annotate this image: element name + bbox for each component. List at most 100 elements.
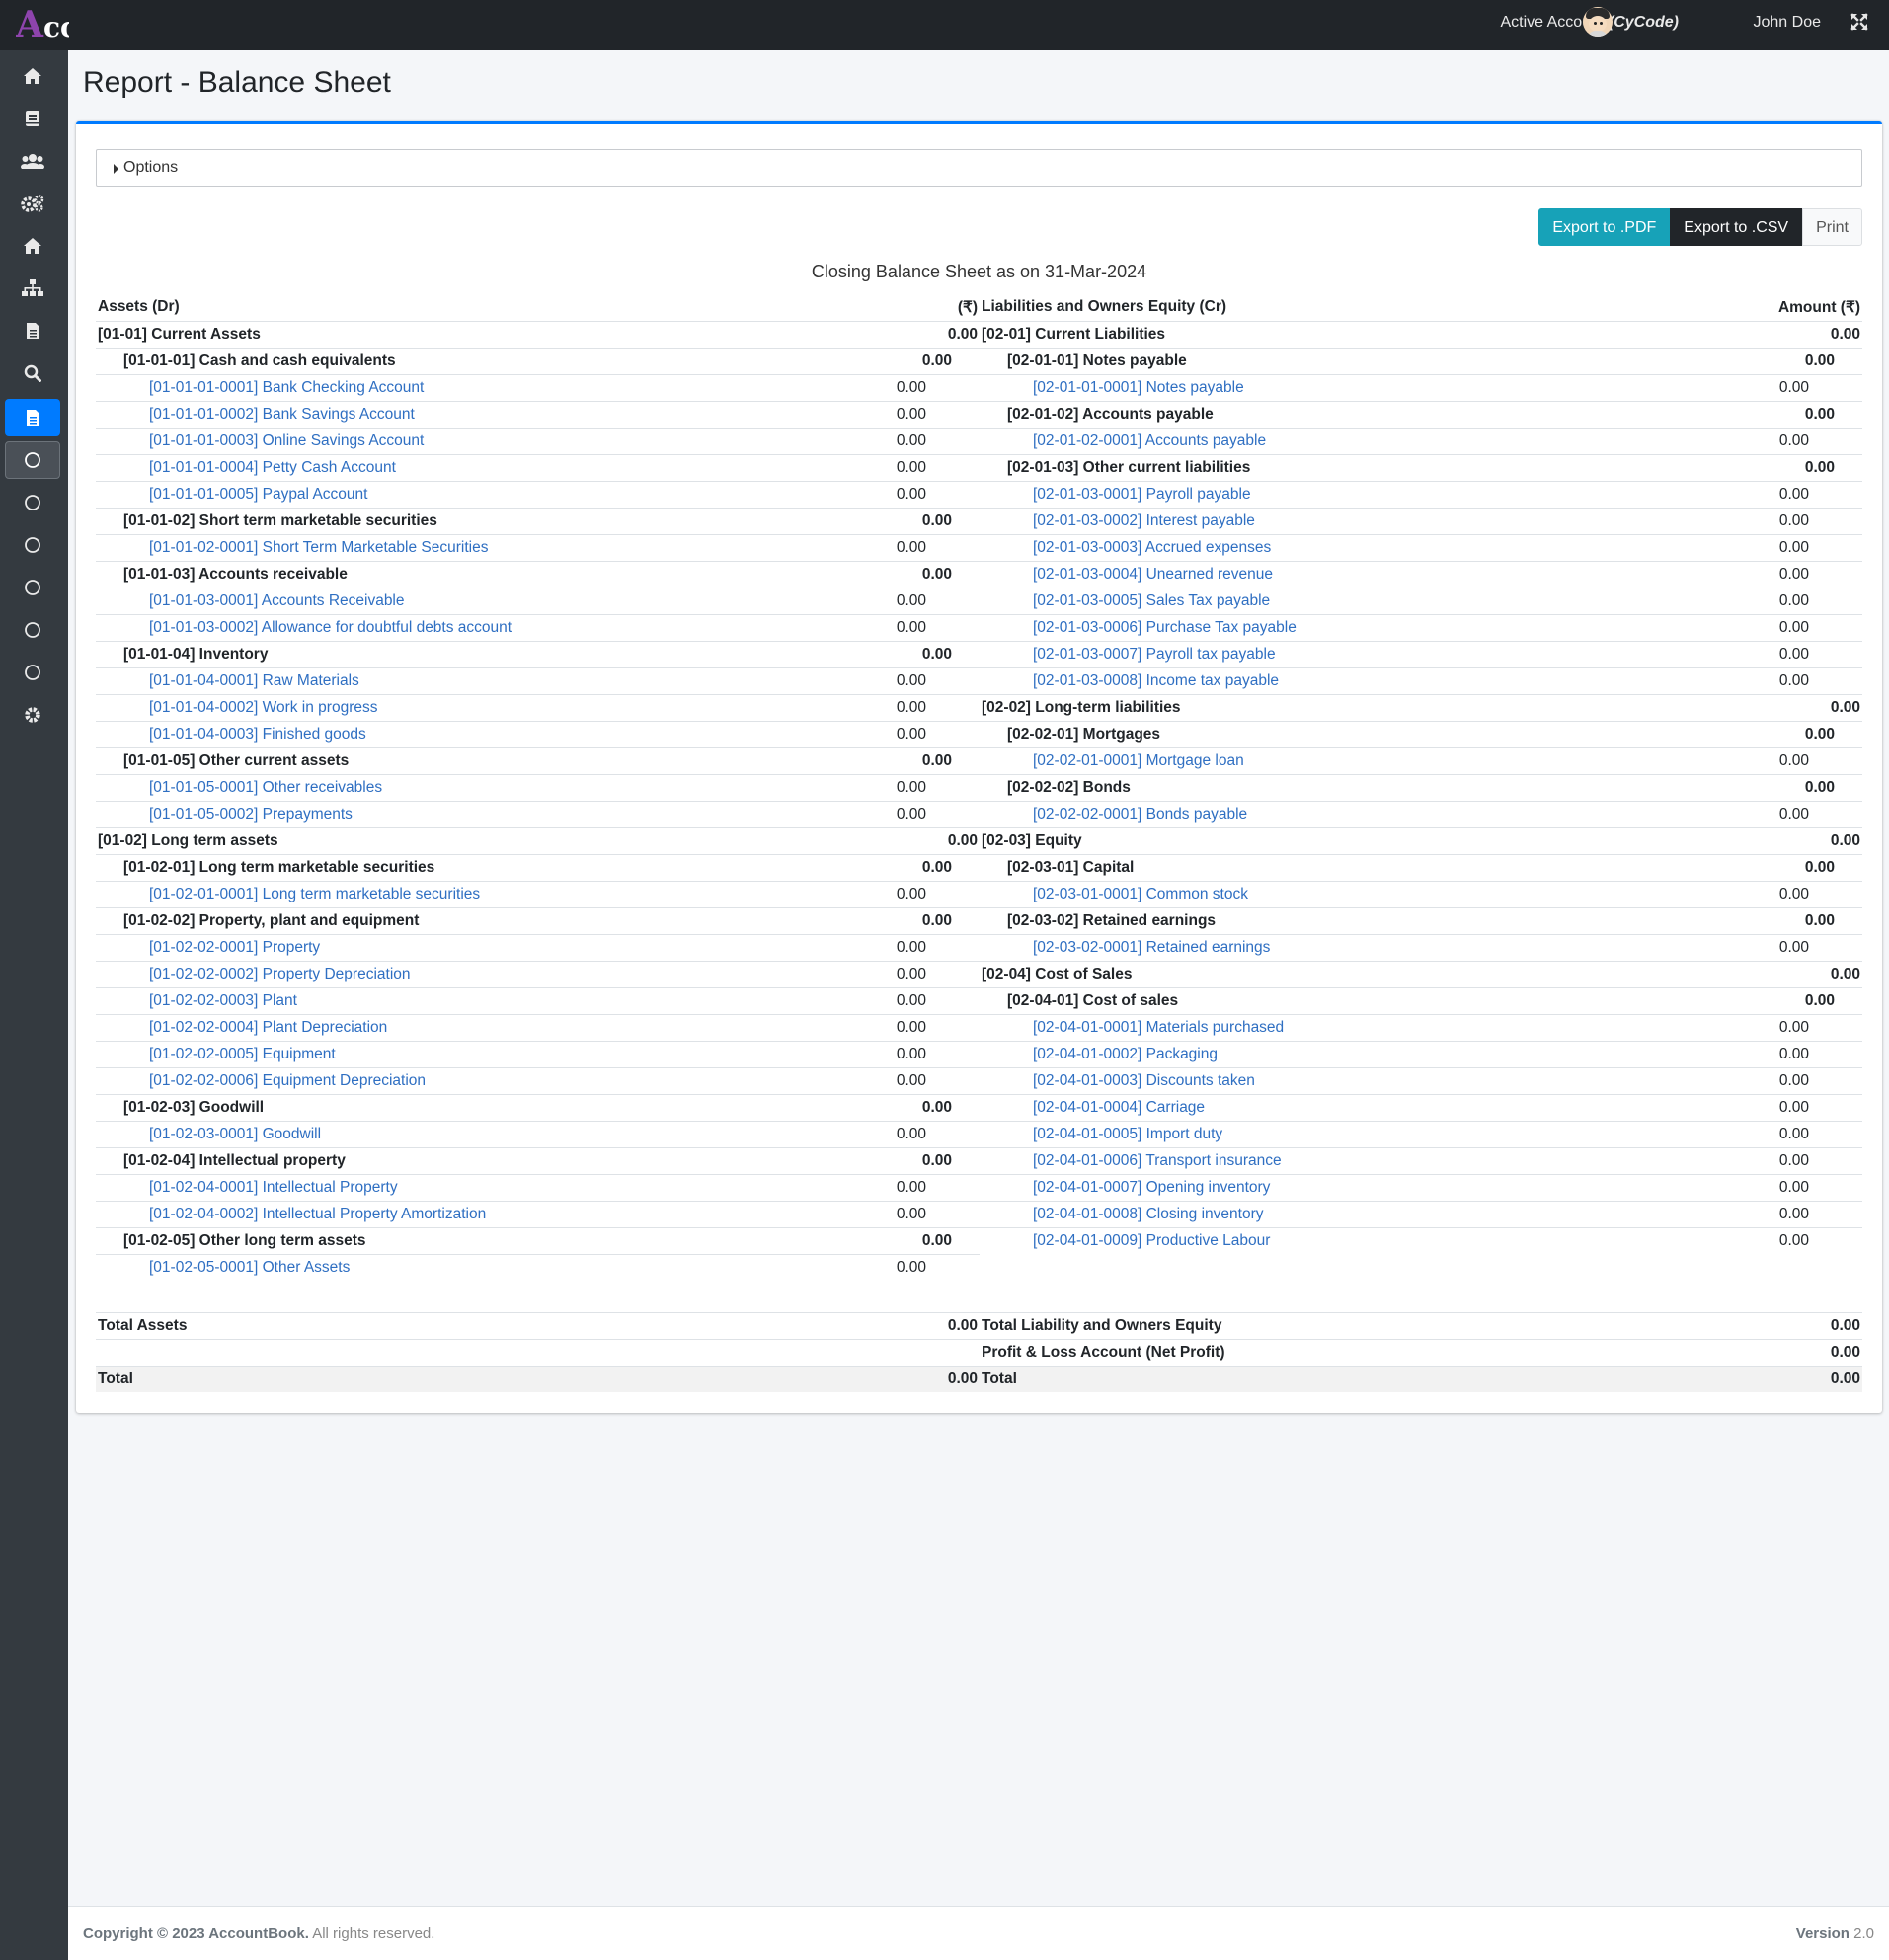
right-amount: 0.00	[1765, 986, 1862, 1014]
account-link[interactable]: [01-01-01-0001] Bank Checking Account	[96, 373, 866, 401]
left-amount: 0.00	[866, 1253, 980, 1281]
account-link[interactable]: [02-04-01-0003] Discounts taken	[980, 1066, 1765, 1094]
account-link[interactable]: [02-04-01-0008] Closing inventory	[980, 1200, 1765, 1227]
app-logo[interactable]: Acc	[16, 4, 69, 45]
right-amount: 0.00	[1765, 1146, 1862, 1174]
account-link[interactable]: [01-02-02-0005] Equipment	[96, 1040, 866, 1067]
account-link[interactable]: [01-02-03-0001] Goodwill	[96, 1120, 866, 1147]
subgroup-heading: [01-02-03] Goodwill	[96, 1093, 866, 1121]
account-link[interactable]: [02-04-01-0009] Productive Labour	[980, 1226, 1765, 1254]
sidebar-item-sub-6[interactable]	[5, 654, 60, 691]
account-link[interactable]: [02-01-03-0008] Income tax payable	[980, 666, 1765, 694]
sidebar-item-structure[interactable]	[5, 270, 60, 307]
account-link[interactable]: [02-04-01-0006] Transport insurance	[980, 1146, 1765, 1174]
sidebar-item-accounts[interactable]	[5, 100, 60, 137]
account-link[interactable]: [01-02-01-0001] Long term marketable sec…	[96, 880, 866, 907]
account-link[interactable]: [02-01-03-0006] Purchase Tax payable	[980, 613, 1765, 641]
gears-icon	[21, 195, 44, 212]
table-row: [01-02-02-0004] Plant Depreciation 0.00 [0…	[96, 1013, 1862, 1041]
account-link[interactable]: [01-01-03-0001] Accounts Receivable	[96, 587, 866, 614]
group-heading: [02-03] Equity	[980, 826, 1765, 854]
account-link[interactable]: [01-01-02-0001] Short Term Marketable Se…	[96, 533, 866, 561]
subgroup-heading: [01-02-02] Property, plant and equipment	[96, 906, 866, 934]
account-link[interactable]: [02-01-03-0004] Unearned revenue	[980, 560, 1765, 588]
table-row: [01-01-02-0001] Short Term Marketable Se…	[96, 533, 1862, 561]
sidebar-item-documents[interactable]	[5, 312, 60, 350]
sidebar-item-sub-3[interactable]	[5, 526, 60, 564]
version-label: Version	[1795, 1925, 1850, 1942]
options-toggle[interactable]: Options	[96, 149, 1862, 187]
total-left-label: Total Assets	[96, 1311, 866, 1339]
sidebar-item-search[interactable]	[5, 354, 60, 392]
group-heading: [01-01] Current Assets	[96, 320, 866, 348]
sidebar-item-home[interactable]	[5, 57, 60, 95]
right-amount: 0.00	[1765, 427, 1862, 454]
account-link[interactable]: [02-04-01-0004] Carriage	[980, 1093, 1765, 1121]
left-amount: 0.00	[866, 986, 980, 1014]
sidebar-item-balance-sheet[interactable]	[5, 441, 60, 479]
account-link[interactable]: [01-02-02-0003] Plant	[96, 986, 866, 1014]
account-link[interactable]: [02-01-03-0003] Accrued expenses	[980, 533, 1765, 561]
account-link[interactable]: [01-01-05-0001] Other receivables	[96, 773, 866, 801]
sidebar-item-sub-5[interactable]	[5, 611, 60, 649]
account-link[interactable]: [01-01-03-0002] Allowance for doubtful d…	[96, 613, 866, 641]
account-link[interactable]: [01-02-02-0006] Equipment Depreciation	[96, 1066, 866, 1094]
left-amount: 0.00	[866, 1146, 980, 1174]
user-name[interactable]: John Doe	[1754, 0, 1822, 44]
account-link[interactable]: [01-01-01-0004] Petty Cash Account	[96, 453, 866, 481]
fullscreen-expand-icon[interactable]	[1850, 12, 1869, 32]
subgroup-heading: [01-02-04] Intellectual property	[96, 1146, 866, 1174]
account-link[interactable]: [02-01-02-0001] Accounts payable	[980, 427, 1765, 454]
sidebar-item-users[interactable]	[5, 142, 60, 180]
account-link[interactable]: [01-02-04-0002] Intellectual Property Am…	[96, 1200, 866, 1227]
account-link[interactable]: [02-01-03-0001] Payroll payable	[980, 480, 1765, 508]
account-link[interactable]: [01-02-02-0004] Plant Depreciation	[96, 1013, 866, 1041]
group-heading: [02-02] Long-term liabilities	[980, 693, 1765, 721]
account-link[interactable]: [01-01-01-0002] Bank Savings Account	[96, 400, 866, 428]
sidebar-item-reports[interactable]	[5, 399, 60, 436]
account-link[interactable]: [02-04-01-0001] Materials purchased	[980, 1013, 1765, 1041]
export-csv-button[interactable]: Export to .CSV	[1670, 208, 1803, 246]
sidebar-item-sub-2[interactable]	[5, 484, 60, 521]
account-link[interactable]: [02-01-03-0005] Sales Tax payable	[980, 587, 1765, 614]
liabilities-amount-header: Amount (₹)	[1777, 298, 1860, 316]
copyright: Copyright © 2023 AccountBook. All rights…	[83, 1907, 434, 1960]
circle-icon	[24, 451, 41, 469]
circle-icon	[24, 621, 41, 639]
account-link[interactable]: [02-01-03-0007] Payroll tax payable	[980, 640, 1765, 667]
avatar[interactable]	[1583, 7, 1613, 37]
account-link[interactable]: [02-03-01-0001] Common stock	[980, 880, 1765, 907]
account-link[interactable]: [01-01-04-0002] Work in progress	[96, 693, 866, 721]
total-right-amount: 0.00	[1765, 1365, 1862, 1392]
account-link[interactable]: [01-01-05-0002] Prepayments	[96, 800, 866, 827]
left-amount: 0.00	[866, 1040, 980, 1067]
right-amount: 0.00	[1765, 1120, 1862, 1147]
totals-row: Total Assets 0.00 Total Liability and Owne…	[96, 1311, 1862, 1339]
left-amount: 0.00	[866, 960, 980, 987]
account-link[interactable]: [02-01-01-0001] Notes payable	[980, 373, 1765, 401]
account-link[interactable]: [01-01-04-0001] Raw Materials	[96, 666, 866, 694]
sidebar-item-preferences[interactable]	[5, 696, 60, 734]
left-amount: 0.00	[866, 347, 980, 374]
account-link[interactable]: [02-04-01-0005] Import duty	[980, 1120, 1765, 1147]
account-link[interactable]: [01-01-01-0003] Online Savings Account	[96, 427, 866, 454]
sidebar-item-home-2[interactable]	[5, 227, 60, 265]
account-link[interactable]: [01-02-04-0001] Intellectual Property	[96, 1173, 866, 1201]
sidebar-item-sub-4[interactable]	[5, 569, 60, 606]
account-link[interactable]: [01-01-01-0005] Paypal Account	[96, 480, 866, 508]
export-pdf-button[interactable]: Export to .PDF	[1538, 208, 1671, 246]
account-link[interactable]: [02-04-01-0007] Opening inventory	[980, 1173, 1765, 1201]
account-link[interactable]: [02-02-02-0001] Bonds payable	[980, 800, 1765, 827]
account-link[interactable]: [02-04-01-0002] Packaging	[980, 1040, 1765, 1067]
liabilities-header: Liabilities and Owners Equity (Cr)	[982, 298, 1227, 316]
left-amount: 0.00	[866, 1120, 980, 1147]
account-link[interactable]: [01-02-05-0001] Other Assets	[96, 1253, 866, 1281]
sidebar-item-settings[interactable]	[5, 185, 60, 222]
account-link[interactable]: [01-02-02-0002] Property Depreciation	[96, 960, 866, 987]
account-link[interactable]: [01-02-02-0001] Property	[96, 933, 866, 961]
account-link[interactable]: [01-01-04-0003] Finished goods	[96, 720, 866, 747]
account-link[interactable]: [02-01-03-0002] Interest payable	[980, 507, 1765, 534]
print-button[interactable]: Print	[1802, 208, 1862, 246]
account-link[interactable]: [02-02-01-0001] Mortgage loan	[980, 746, 1765, 774]
account-link[interactable]: [02-03-02-0001] Retained earnings	[980, 933, 1765, 961]
